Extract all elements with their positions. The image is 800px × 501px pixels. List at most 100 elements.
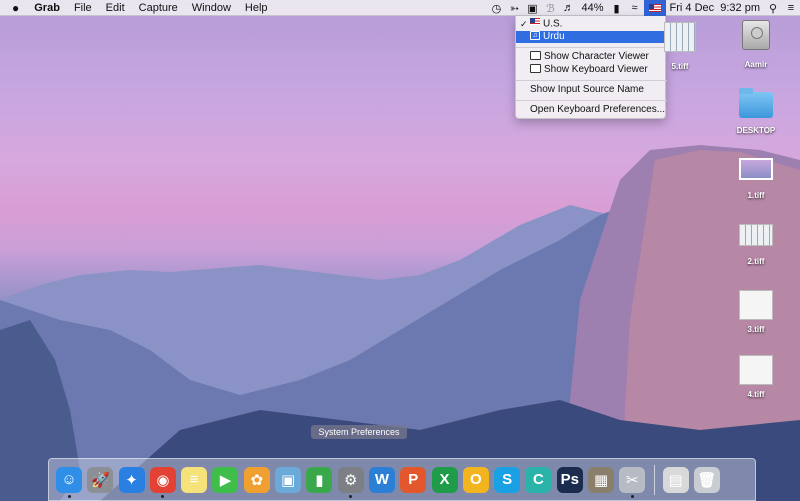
dock-app-facetime[interactable]: ▶ — [212, 466, 239, 493]
menu-separator — [516, 47, 667, 48]
running-indicator — [630, 494, 634, 498]
keyboard-viewer-icon — [530, 63, 541, 73]
powerpoint-icon: P — [408, 471, 419, 488]
wifi-icon[interactable]: ≈ — [626, 0, 644, 16]
menu-item-show-input-source-name[interactable]: Show Input Source Name — [516, 84, 667, 96]
image-file-icon — [739, 355, 773, 385]
desktop-icon-aamir[interactable]: Aamir — [736, 20, 776, 69]
system-preferences-icon: ⚙ — [343, 471, 358, 489]
spotlight-icon[interactable]: ⚲ — [764, 0, 782, 16]
menu-capture[interactable]: Capture — [132, 0, 185, 16]
desktop-icon-desktop-folder[interactable]: DESKTOP — [734, 88, 778, 135]
checkmark-icon: ✓ — [520, 19, 528, 29]
desktop-icon-5-tiff[interactable]: 5.tiff — [660, 22, 700, 71]
dock-app-powerpoint[interactable]: P — [400, 466, 427, 493]
folder-icon — [739, 88, 773, 118]
downloads-icon: ▤ — [668, 471, 683, 489]
running-indicator — [349, 494, 353, 498]
dock: ☺ 🚀 ✦ ◉ ≡ ▶ ✿ ▣ ▮ ⚙ W P X O S C Ps ▦ ✂ ▤ 🗑 — [48, 458, 756, 501]
facetime-icon: ▶ — [219, 471, 232, 489]
app-status-icon[interactable]: ➳ — [505, 0, 523, 16]
photoshop-icon: Ps — [560, 471, 579, 488]
image-file-icon — [739, 224, 773, 246]
dock-app-system-preferences[interactable]: ⚙ — [337, 466, 364, 498]
dock-app-excel[interactable]: X — [431, 466, 458, 493]
app-menu-grab[interactable]: Grab — [27, 0, 67, 16]
finder-icon: ☺ — [61, 471, 77, 488]
airplay-icon[interactable]: ▣ — [523, 0, 541, 16]
notes-icon: ≡ — [189, 471, 199, 488]
input-source-flag-icon[interactable] — [643, 0, 666, 16]
dock-app-chrome[interactable]: ◉ — [149, 466, 176, 498]
desktop-icon-label: 5.tiff — [671, 62, 689, 71]
menu-help[interactable]: Help — [238, 0, 275, 16]
menu-item-open-keyboard-preferences[interactable]: Open Keyboard Preferences... — [516, 104, 667, 116]
dock-app-notes[interactable]: ≡ — [181, 466, 208, 493]
image-file-icon — [739, 290, 773, 320]
character-viewer-icon — [530, 50, 541, 60]
menu-separator — [516, 80, 667, 81]
desktop-icon-label: 3.tiff — [747, 325, 765, 334]
menu-clock[interactable]: Fri 4 Dec 9:32 pm — [666, 0, 764, 16]
dock-app-outlook[interactable]: O — [462, 466, 489, 493]
menu-item-show-keyboard-viewer[interactable]: Show Keyboard Viewer — [516, 63, 667, 76]
image-file-icon — [664, 22, 696, 52]
desktop-icon-2-tiff[interactable]: 2.tiff — [736, 224, 776, 266]
desktop-icon-label: Aamir — [744, 60, 768, 69]
dock-app-photos[interactable]: ✿ — [243, 466, 270, 493]
bluetooth-icon[interactable]: ℬ — [541, 0, 559, 16]
menu-window[interactable]: Window — [185, 0, 238, 16]
apple-menu-icon[interactable]: ● — [0, 0, 27, 16]
input-source-menu: ✓ U.S. ♫ Urdu Show Character Viewer Show … — [515, 16, 667, 119]
running-indicator — [161, 494, 165, 498]
dock-app-safari[interactable]: ✦ — [118, 466, 145, 493]
hard-drive-icon — [742, 20, 770, 50]
excel-icon: X — [439, 471, 450, 488]
time-machine-icon[interactable]: ◷ — [487, 0, 505, 16]
dock-app-launchpad[interactable]: 🚀 — [87, 466, 114, 493]
desktop-icon-3-tiff[interactable]: 3.tiff — [736, 290, 776, 334]
dock-separator — [653, 464, 655, 495]
photos-icon: ✿ — [250, 471, 264, 489]
dock-app-numbers[interactable]: ▮ — [306, 466, 333, 493]
dock-app-preview[interactable]: ▣ — [275, 466, 302, 493]
word-icon: W — [374, 471, 390, 488]
calculator-icon: ▦ — [593, 471, 609, 489]
desktop-icon-label: DESKTOP — [736, 126, 776, 135]
dock-app-photoshop[interactable]: Ps — [556, 466, 583, 493]
notification-center-icon[interactable]: ≡ — [782, 0, 800, 16]
chrome-icon: ◉ — [156, 471, 170, 489]
dock-app-camtasia[interactable]: C — [525, 466, 552, 493]
camtasia-icon: C — [533, 471, 544, 488]
volume-icon[interactable]: ♬ — [559, 0, 577, 16]
menu-item-us[interactable]: ✓ U.S. — [516, 18, 667, 30]
desktop-icon-label: 1.tiff — [747, 191, 765, 200]
dock-app-trash[interactable]: 🗑 — [693, 466, 720, 493]
dock-app-calculator[interactable]: ▦ — [588, 466, 615, 493]
dock-app-downloads[interactable]: ▤ — [662, 466, 689, 493]
menu-edit[interactable]: Edit — [99, 0, 132, 16]
menu-file[interactable]: File — [67, 0, 99, 16]
dock-tooltip: System Preferences — [311, 425, 407, 439]
desktop-icon-1-tiff[interactable]: 1.tiff — [736, 158, 776, 200]
desktop-icon-label: 4.tiff — [747, 390, 765, 399]
numbers-icon: ▮ — [315, 471, 324, 489]
desktop-icon-label: 2.tiff — [747, 257, 765, 266]
urdu-keyboard-icon: ♫ — [530, 30, 540, 40]
menu-item-show-character-viewer[interactable]: Show Character Viewer — [516, 50, 667, 63]
launchpad-icon: 🚀 — [90, 471, 110, 489]
dock-app-skype[interactable]: S — [494, 466, 521, 493]
menu-item-urdu[interactable]: ♫ Urdu — [516, 30, 667, 43]
dock-app-word[interactable]: W — [368, 466, 395, 493]
preview-icon: ▣ — [280, 471, 296, 489]
running-indicator — [67, 494, 71, 498]
safari-icon: ✦ — [125, 471, 138, 489]
trash-icon: 🗑 — [697, 471, 717, 489]
grab-icon: ✂ — [626, 471, 639, 489]
dock-app-finder[interactable]: ☺ — [56, 466, 82, 498]
desktop-icon-4-tiff[interactable]: 4.tiff — [736, 355, 776, 399]
dock-app-grab[interactable]: ✂ — [619, 466, 646, 498]
menu-bar: ● Grab File Edit Capture Window Help ◷ ➳… — [0, 0, 800, 16]
battery-icon[interactable]: ▮ — [608, 0, 626, 16]
outlook-icon: O — [470, 471, 482, 488]
